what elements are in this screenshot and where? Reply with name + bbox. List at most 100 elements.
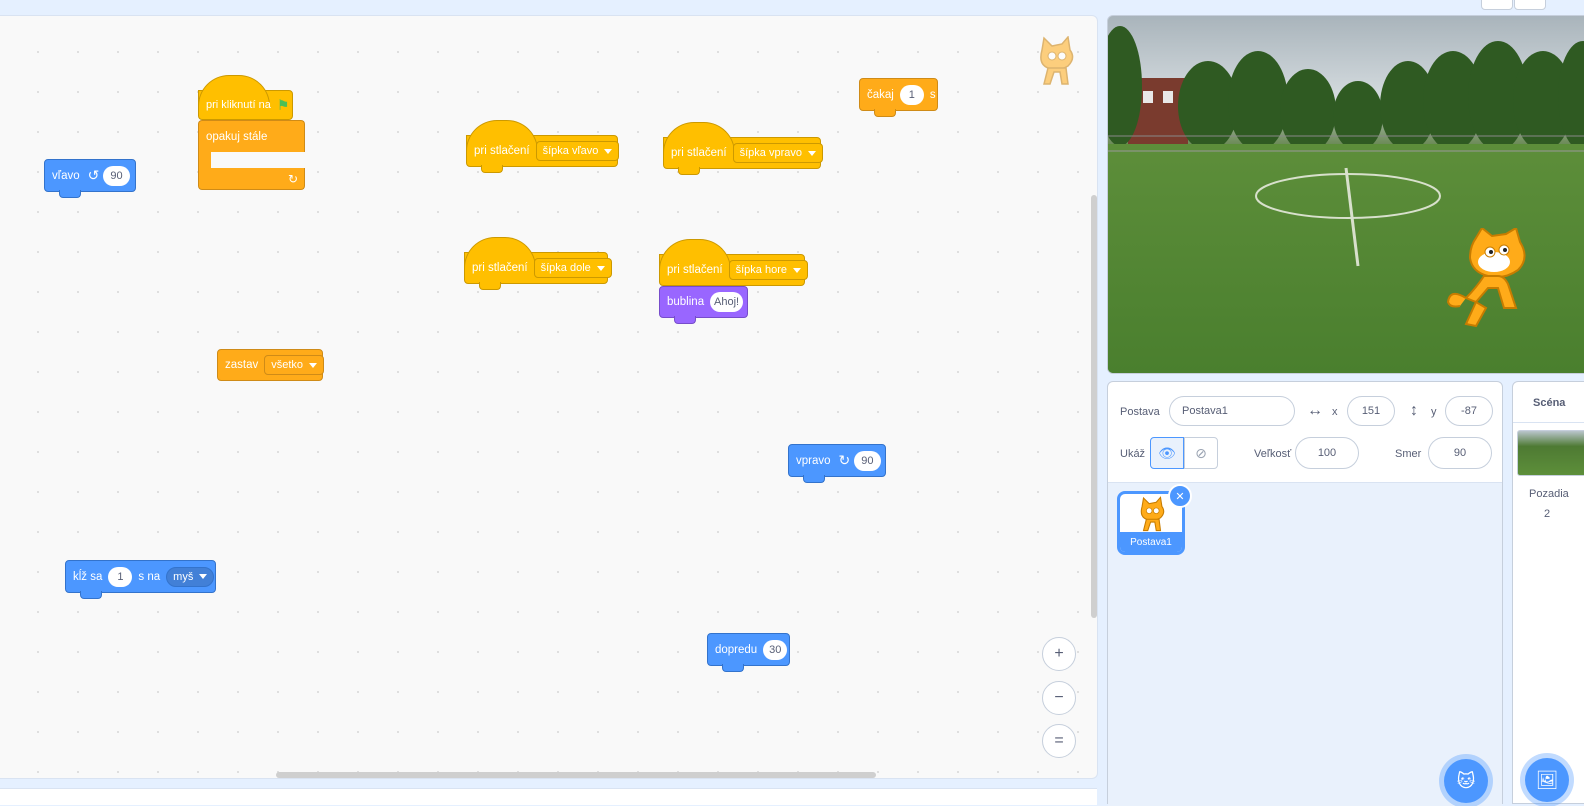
key-select-left[interactable]: šípka vľavo — [535, 141, 620, 161]
sprite-cat-icon — [1040, 36, 1074, 85]
move-steps-input[interactable]: 30 — [763, 639, 788, 660]
horizontal-scrollbar[interactable] — [276, 772, 876, 778]
forever-arm — [198, 152, 211, 168]
bottom-panel-edge — [0, 788, 1097, 805]
glide-mid-label: s na — [138, 570, 161, 583]
image-plus-icon: 🖼 — [1535, 769, 1559, 790]
move-label: dopredu — [715, 643, 758, 656]
when-key-up-block[interactable]: pri stlačení šípka hore — [659, 239, 808, 286]
when-flag-label: pri kliknutí na — [206, 99, 271, 111]
sprite-name-field[interactable]: Postava1 — [1169, 396, 1295, 426]
glide-target-select[interactable]: myš — [166, 566, 215, 587]
move-block[interactable]: dopredu 30 — [707, 633, 790, 672]
key-select-up[interactable]: šípka hore — [728, 260, 808, 280]
say-label: bublina — [667, 296, 705, 308]
glide-label: kĺž sa — [73, 570, 103, 583]
size-label: Veľkosť — [1254, 448, 1292, 460]
backdrop-thumbnail[interactable] — [1517, 430, 1584, 476]
size-field[interactable]: 100 — [1295, 437, 1359, 469]
forever-label: opakuj stále — [206, 130, 268, 143]
rotate-right-icon: ↻ — [838, 452, 851, 468]
key-select-down[interactable]: šípka dole — [533, 258, 612, 278]
wait-label: čakaj — [867, 88, 894, 101]
turn-right-degrees-input[interactable]: 90 — [854, 450, 881, 471]
say-text-input[interactable]: Ahoj! — [710, 292, 743, 312]
chevron-down-icon — [596, 265, 605, 271]
cat-plus-icon: 🐱 — [1456, 770, 1476, 791]
when-key-label: pri stlačení — [474, 145, 530, 157]
when-key-left-block[interactable]: pri stlačení šípka vľavo — [466, 120, 620, 173]
glide-block[interactable]: kĺž sa 1 s na myš — [65, 560, 216, 599]
wait-seconds-input[interactable]: 1 — [899, 84, 924, 105]
key-select-right[interactable]: šípka vpravo — [732, 143, 823, 163]
stop-option-select[interactable]: všetko — [264, 355, 325, 375]
green-flag-icon: ⚑ — [276, 96, 290, 113]
stage-selector-panel[interactable]: Scéna Pozadia 2 🖼 — [1512, 381, 1584, 804]
direction-label: Smer — [1395, 448, 1422, 460]
chevron-down-icon — [807, 150, 816, 156]
stage-canvas[interactable] — [1107, 15, 1584, 374]
stop-label: zastav — [225, 359, 259, 371]
y-field[interactable]: -87 — [1445, 396, 1493, 426]
when-key-down-block[interactable]: pri stlačení šípka dole — [464, 237, 612, 290]
sprite-label: Postava — [1120, 406, 1160, 418]
turn-right-label: vpravo — [796, 454, 831, 467]
stage-panel-divider — [1513, 422, 1584, 423]
eye-slash-icon: ⊘ — [1195, 444, 1207, 461]
forever-footer: ↻ — [198, 168, 305, 190]
y-label: y — [1431, 406, 1437, 418]
when-key-label: pri stlačení — [671, 147, 727, 159]
when-key-label: pri stlačení — [667, 264, 723, 276]
glide-seconds-input[interactable]: 1 — [108, 566, 133, 587]
rotate-left-icon: ↺ — [87, 167, 100, 183]
sprite-list: Postava1 ✕ 🐱 — [1108, 482, 1502, 806]
cat-sprite[interactable] — [1446, 228, 1530, 332]
chevron-down-icon — [199, 574, 208, 579]
backdrops-count: 2 — [1544, 508, 1551, 520]
turn-left-block[interactable]: vľavo ↺ 90 — [44, 159, 136, 198]
stop-block[interactable]: zastav všetko — [217, 349, 325, 381]
sprite-info-panel: Postava Postava1 ↔ x 151 ↕ y -87 Ukáž 👁 … — [1107, 381, 1503, 806]
turn-left-label: vľavo — [52, 169, 80, 182]
code-area[interactable]: vľavo ↺ 90 pri kliknutí na ⚑ opakuj stál… — [0, 15, 1098, 779]
fullscreen-button[interactable] — [1481, 0, 1513, 10]
choose-sprite-button[interactable]: 🐱 — [1444, 759, 1488, 803]
turn-left-degrees-input[interactable]: 90 — [103, 165, 130, 186]
zoom-out-icon: − — [1054, 689, 1064, 706]
when-key-right-block[interactable]: pri stlačení šípka vpravo — [663, 122, 823, 175]
trash-icon: ✕ — [1175, 490, 1185, 503]
y-arrows-icon: ↕ — [1410, 402, 1418, 419]
zoom-in-icon: + — [1054, 645, 1064, 662]
zoom-reset-button[interactable]: = — [1042, 724, 1076, 758]
stage-size-button[interactable] — [1514, 0, 1546, 10]
sprite-thumbnail-cat-icon — [1140, 496, 1165, 532]
say-block[interactable]: bublina Ahoj! — [659, 286, 748, 324]
backdrops-label: Pozadia — [1529, 488, 1569, 500]
choose-backdrop-button[interactable]: 🖼 — [1525, 758, 1569, 802]
wait-block[interactable]: čakaj 1 s — [859, 78, 938, 117]
vertical-scrollbar[interactable] — [1091, 195, 1097, 618]
zoom-out-button[interactable]: − — [1042, 681, 1076, 715]
when-flag-clicked-block[interactable]: pri kliknutí na ⚑ — [198, 75, 293, 120]
sprite-tile-label: Postava1 — [1120, 532, 1182, 552]
chevron-down-icon — [309, 362, 318, 368]
turn-right-block[interactable]: vpravo ↻ 90 — [788, 444, 886, 483]
chevron-down-icon — [792, 267, 801, 273]
show-visible-button[interactable]: 👁 — [1150, 437, 1184, 469]
chevron-down-icon — [604, 148, 613, 154]
zoom-in-button[interactable]: + — [1042, 637, 1076, 671]
when-key-label: pri stlačení — [472, 262, 528, 274]
x-arrows-icon: ↔ — [1307, 402, 1323, 419]
zoom-reset-icon: = — [1054, 732, 1064, 749]
direction-field[interactable]: 90 — [1428, 437, 1492, 469]
stage-panel-title: Scéna — [1533, 397, 1566, 409]
eye-icon: 👁 — [1158, 444, 1176, 461]
forever-block[interactable]: opakuj stále — [198, 120, 305, 152]
show-label: Ukáž — [1120, 448, 1146, 460]
delete-sprite-button[interactable]: ✕ — [1168, 484, 1192, 508]
loop-arrow-icon: ↻ — [287, 171, 298, 186]
show-hidden-button[interactable]: ⊘ — [1184, 437, 1218, 469]
wait-unit: s — [929, 88, 936, 101]
x-field[interactable]: 151 — [1347, 396, 1395, 426]
top-bar-strip — [0, 0, 1584, 15]
